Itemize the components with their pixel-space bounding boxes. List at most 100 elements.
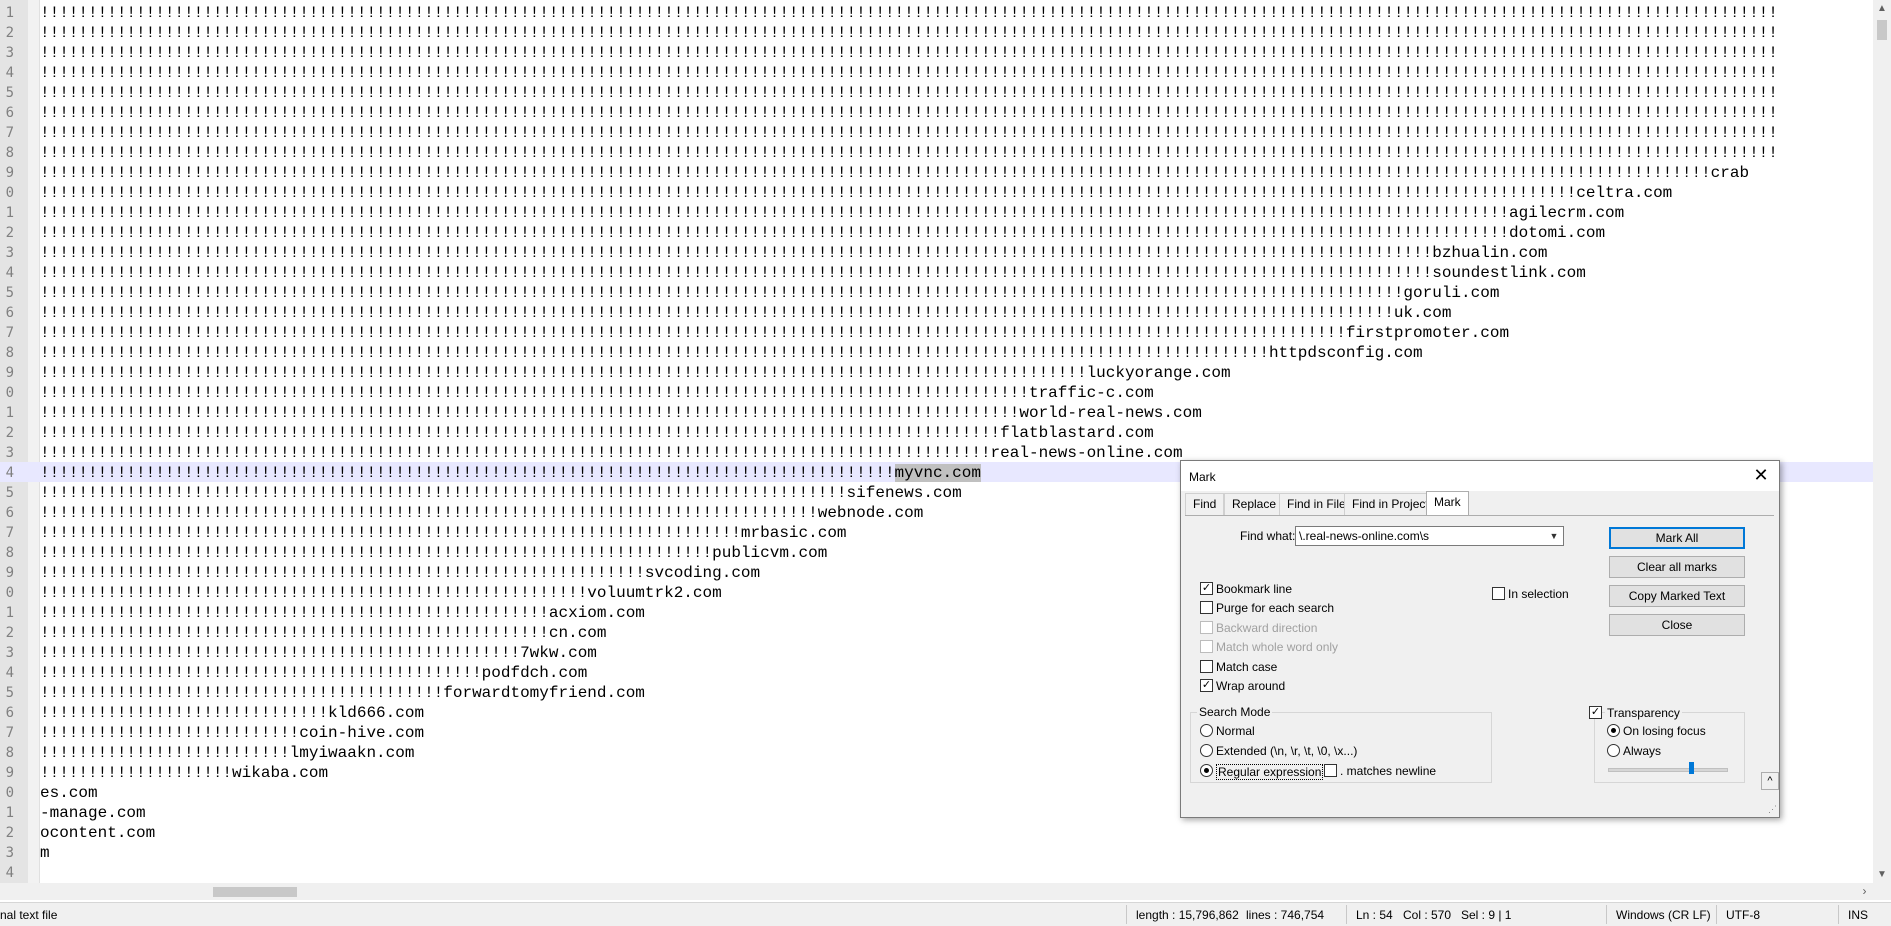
line-content: !!!!!!!!!!!!!!!!!!!!!!!!!!!!!!!!!!!!!!!!… (40, 364, 1231, 382)
resize-grip-icon[interactable]: ⋰ (1768, 804, 1777, 815)
line-content: !!!!!!!!!!!!!!!!!!!!!!!!!!!!!!!!!!!!!!!!… (40, 484, 962, 502)
dialog-title: Mark (1189, 470, 1216, 484)
transparency-slider-track[interactable] (1608, 768, 1728, 772)
editor-line[interactable]: 1!!!!!!!!!!!!!!!!!!!!!!!!!!!!!!!!!!!!!!!… (0, 202, 1873, 222)
line-number: 9 (5, 365, 14, 381)
editor-line[interactable]: 3m (0, 842, 1873, 862)
clear-all-marks-button[interactable]: Clear all marks (1609, 556, 1745, 578)
editor-line[interactable]: 2!!!!!!!!!!!!!!!!!!!!!!!!!!!!!!!!!!!!!!!… (0, 422, 1873, 442)
match-whole-word-checkbox (1200, 640, 1213, 653)
line-number: 1 (5, 405, 14, 421)
editor-line[interactable]: 6!!!!!!!!!!!!!!!!!!!!!!!!!!!!!!!!!!!!!!!… (0, 102, 1873, 122)
line-number: 6 (5, 105, 14, 121)
find-what-input[interactable]: \.real-news-online.com\s ▼ (1295, 526, 1564, 546)
line-number: 6 (5, 505, 14, 521)
mark-dialog: Mark ✕ Find Replace Find in Files Find i… (1180, 460, 1780, 818)
line-content: !!!!!!!!!!!!!!!!!!!!!!!!!!!!!!kld666.com (40, 704, 425, 722)
mark-all-button[interactable]: Mark All (1609, 527, 1745, 549)
line-content: !!!!!!!!!!!!!!!!!!!!!!!!!!!!!!!!!!!!!!!!… (40, 264, 1586, 282)
line-number: 2 (5, 625, 14, 641)
editor-line[interactable]: 8!!!!!!!!!!!!!!!!!!!!!!!!!!!!!!!!!!!!!!!… (0, 142, 1873, 162)
line-number: 5 (5, 485, 14, 501)
bookmark-line-checkbox[interactable]: ✓ (1200, 582, 1213, 595)
vertical-scroll-thumb[interactable] (1877, 20, 1887, 40)
horizontal-scroll-thumb[interactable] (213, 887, 297, 897)
editor-line[interactable]: 9!!!!!!!!!!!!!!!!!!!!!!!!!!!!!!!!!!!!!!!… (0, 162, 1873, 182)
line-text: !!!!!!!!!!!!!!!!!!!!!!!!!!!!!!!!!!!!!!!!… (40, 365, 1231, 381)
scroll-down-icon[interactable]: ▼ (1873, 866, 1891, 883)
on-losing-focus-radio[interactable] (1607, 724, 1620, 737)
editor-line[interactable]: 2!!!!!!!!!!!!!!!!!!!!!!!!!!!!!!!!!!!!!!!… (0, 222, 1873, 242)
selected-text: myvnc.com (894, 464, 981, 482)
editor-line[interactable]: 8!!!!!!!!!!!!!!!!!!!!!!!!!!!!!!!!!!!!!!!… (0, 342, 1873, 362)
regex-radio[interactable] (1200, 764, 1213, 777)
editor-line[interactable]: 5!!!!!!!!!!!!!!!!!!!!!!!!!!!!!!!!!!!!!!!… (0, 82, 1873, 102)
line-content: !!!!!!!!!!!!!!!!!!!!!!!!!!!!!!!!!!!!!!!!… (40, 4, 1778, 22)
matches-newline-checkbox[interactable] (1324, 764, 1337, 777)
status-insert-mode[interactable]: INS (1848, 908, 1868, 922)
editor-line[interactable]: 4 (0, 862, 1873, 882)
line-text: !!!!!!!!!!!!!!!!!!!!!!!!!!!!!!!!!!!!!!!!… (40, 165, 1749, 181)
line-content: m (40, 844, 50, 862)
status-ln: Ln : 54 (1356, 908, 1393, 922)
line-number: 6 (5, 705, 14, 721)
line-content: !!!!!!!!!!!!!!!!!!!!wikaba.com (40, 764, 329, 782)
editor-line[interactable]: 3!!!!!!!!!!!!!!!!!!!!!!!!!!!!!!!!!!!!!!!… (0, 242, 1873, 262)
tab-mark[interactable]: Mark (1426, 491, 1469, 516)
close-button[interactable]: Close (1609, 614, 1745, 636)
transparency-label: Transparency (1605, 706, 1682, 720)
scroll-up-icon[interactable]: ▲ (1873, 0, 1891, 17)
line-text: !!!!!!!!!!!!!!!!!!!!!!!!!!!!!!!!!!!!!!!!… (40, 325, 1509, 341)
line-number: 3 (5, 45, 14, 61)
transparency-checkbox[interactable]: ✓ (1589, 706, 1602, 719)
line-number: 2 (5, 225, 14, 241)
wrap-around-checkbox[interactable]: ✓ (1200, 679, 1213, 692)
chevron-down-icon[interactable]: ▼ (1547, 527, 1561, 545)
match-case-checkbox[interactable] (1200, 660, 1213, 673)
line-text: !!!!!!!!!!!!!!!!!!!!!!!!!!!!!!!!!!!!!!!!… (40, 25, 1778, 41)
line-number: 1 (5, 5, 14, 21)
status-encoding[interactable]: UTF-8 (1726, 908, 1760, 922)
editor-line[interactable]: 9!!!!!!!!!!!!!!!!!!!!!!!!!!!!!!!!!!!!!!!… (0, 362, 1873, 382)
status-separator (1126, 905, 1127, 924)
line-text: !!!!!!!!!!!!!!!!!!!!!!!!!!!!!!!!!!!!!!!!… (40, 565, 760, 581)
line-number: 4 (5, 265, 14, 281)
line-text: !!!!!!!!!!!!!!!!!!!!wikaba.com (40, 765, 328, 781)
editor-line[interactable]: 2!!!!!!!!!!!!!!!!!!!!!!!!!!!!!!!!!!!!!!!… (0, 22, 1873, 42)
in-selection-checkbox[interactable] (1492, 587, 1505, 600)
editor-line[interactable]: 0!!!!!!!!!!!!!!!!!!!!!!!!!!!!!!!!!!!!!!!… (0, 382, 1873, 402)
editor-line[interactable]: 3!!!!!!!!!!!!!!!!!!!!!!!!!!!!!!!!!!!!!!!… (0, 42, 1873, 62)
line-number: 4 (5, 865, 14, 881)
editor-line[interactable]: 6!!!!!!!!!!!!!!!!!!!!!!!!!!!!!!!!!!!!!!!… (0, 302, 1873, 322)
status-eol[interactable]: Windows (CR LF) (1616, 908, 1711, 922)
tab-find[interactable]: Find (1185, 493, 1225, 515)
scroll-right-icon[interactable]: › (1856, 883, 1873, 900)
editor-line[interactable]: 4!!!!!!!!!!!!!!!!!!!!!!!!!!!!!!!!!!!!!!!… (0, 62, 1873, 82)
line-text: ocontent.com (40, 825, 155, 841)
line-content: !!!!!!!!!!!!!!!!!!!!!!!!!!!!!!!!!!!!!!!!… (40, 284, 1500, 302)
vertical-scrollbar[interactable]: ▲ ▼ (1873, 0, 1891, 883)
expand-icon[interactable]: ^ (1761, 772, 1779, 790)
editor-line[interactable]: 7!!!!!!!!!!!!!!!!!!!!!!!!!!!!!!!!!!!!!!!… (0, 122, 1873, 142)
editor-line[interactable]: 1!!!!!!!!!!!!!!!!!!!!!!!!!!!!!!!!!!!!!!!… (0, 402, 1873, 422)
horizontal-scrollbar[interactable]: › (0, 883, 1873, 900)
close-icon[interactable]: ✕ (1751, 465, 1771, 485)
purge-each-search-checkbox[interactable] (1200, 601, 1213, 614)
extended-radio[interactable] (1200, 744, 1213, 757)
line-text: !!!!!!!!!!!!!!!!!!!!!!!!!!!!!!!!!!!!!!!!… (40, 585, 722, 601)
editor-line[interactable]: 4!!!!!!!!!!!!!!!!!!!!!!!!!!!!!!!!!!!!!!!… (0, 262, 1873, 282)
transparency-slider-thumb[interactable] (1689, 762, 1694, 774)
editor-line[interactable]: 3!!!!!!!!!!!!!!!!!!!!!!!!!!!!!!!!!!!!!!!… (0, 442, 1873, 462)
copy-marked-text-button[interactable]: Copy Marked Text (1609, 585, 1745, 607)
editor-line[interactable]: 5!!!!!!!!!!!!!!!!!!!!!!!!!!!!!!!!!!!!!!!… (0, 282, 1873, 302)
normal-radio[interactable] (1200, 724, 1213, 737)
dialog-titlebar[interactable]: Mark ✕ (1181, 461, 1779, 491)
editor-line[interactable]: 0!!!!!!!!!!!!!!!!!!!!!!!!!!!!!!!!!!!!!!!… (0, 182, 1873, 202)
tab-replace[interactable]: Replace (1224, 493, 1285, 515)
editor-line[interactable]: 7!!!!!!!!!!!!!!!!!!!!!!!!!!!!!!!!!!!!!!!… (0, 322, 1873, 342)
line-number: 0 (5, 385, 14, 401)
editor-line[interactable]: 1!!!!!!!!!!!!!!!!!!!!!!!!!!!!!!!!!!!!!!!… (0, 2, 1873, 22)
line-number: 7 (5, 325, 14, 341)
always-radio[interactable] (1607, 744, 1620, 757)
editor-line[interactable]: 2 ocontent.com (0, 822, 1873, 842)
